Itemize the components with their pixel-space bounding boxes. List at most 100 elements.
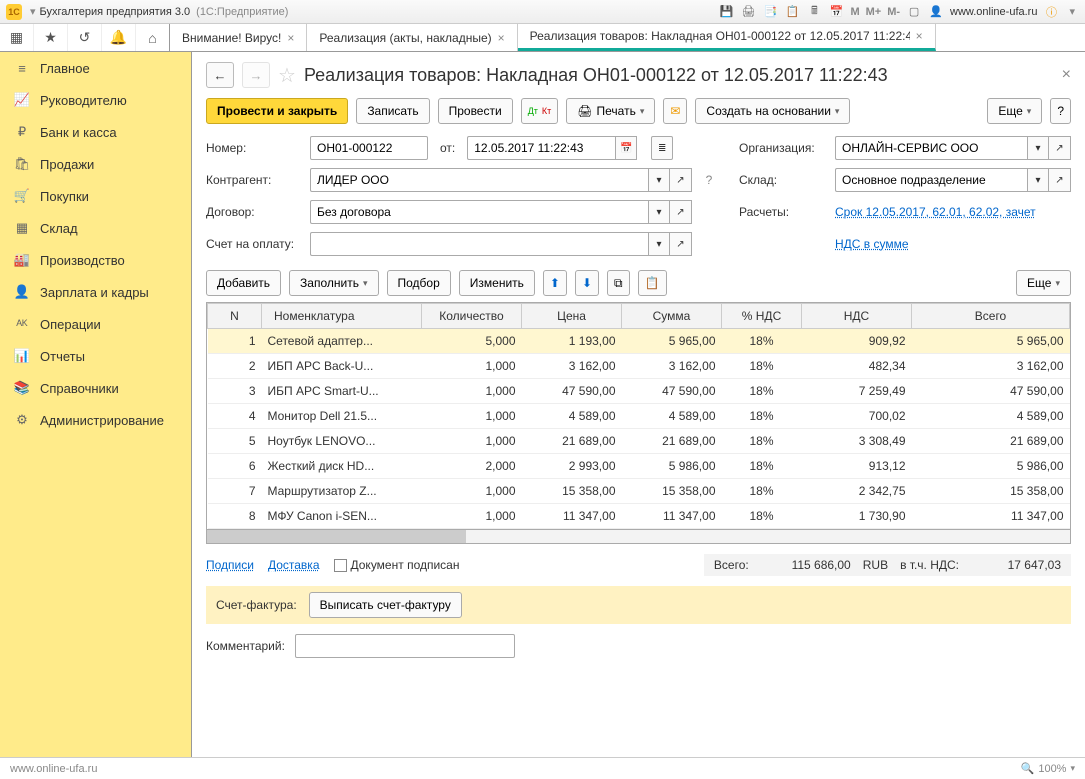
counter-help-icon[interactable]: ? <box>700 173 718 187</box>
copy-icon[interactable]: 📋 <box>784 4 800 20</box>
counter-dropdown-icon[interactable]: ▾ <box>648 168 670 192</box>
panels-icon[interactable]: ▢ <box>906 4 922 20</box>
table-row[interactable]: 2ИБП APC Back-U...1,0003 162,003 162,001… <box>208 354 1070 379</box>
sidebar-item[interactable]: 👤Зарплата и кадры <box>0 276 191 308</box>
horizontal-scrollbar[interactable] <box>206 530 1071 544</box>
app-menu-dropdown[interactable]: ▾ <box>30 5 36 18</box>
counter-open-icon[interactable]: ↗ <box>670 168 692 192</box>
table-row[interactable]: 4Монитор Dell 21.5...1,0004 589,004 589,… <box>208 404 1070 429</box>
favorites-icon[interactable]: ★ <box>34 24 68 51</box>
date-input[interactable] <box>467 136 615 160</box>
counter-input[interactable] <box>310 168 648 192</box>
calendar-icon[interactable]: 📅 <box>828 4 844 20</box>
col-vat[interactable]: НДС <box>802 304 912 329</box>
signatures-link[interactable]: Подписи <box>206 558 254 572</box>
tab-close-icon[interactable]: × <box>916 29 923 43</box>
move-down-button[interactable]: ⬇ <box>575 270 599 296</box>
calculator-icon[interactable]: 🖩 <box>806 4 822 20</box>
col-nomen[interactable]: Номенклатура <box>262 304 422 329</box>
vat-mode-link[interactable]: НДС в сумме <box>835 237 1071 251</box>
tab[interactable]: Реализация (акты, накладные)× <box>307 24 517 51</box>
create-sf-button[interactable]: Выписать счет-фактуру <box>309 592 462 618</box>
print-button[interactable]: 🖨Печать▾ <box>566 98 655 124</box>
warehouse-dropdown-icon[interactable]: ▾ <box>1027 168 1049 192</box>
invoice-open-icon[interactable]: ↗ <box>670 232 692 256</box>
table-row[interactable]: 6Жесткий диск HD...2,0002 993,005 986,00… <box>208 454 1070 479</box>
movements-button[interactable]: ДтКт <box>521 98 559 124</box>
sidebar-item[interactable]: 📚Справочники <box>0 372 191 404</box>
help-button[interactable]: ? <box>1050 98 1071 124</box>
delivery-link[interactable]: Доставка <box>268 558 320 572</box>
info-dropdown[interactable]: ▾ <box>1069 5 1075 18</box>
paste-rows-button[interactable]: 📋 <box>638 270 667 296</box>
contract-open-icon[interactable]: ↗ <box>670 200 692 224</box>
tab-close-icon[interactable]: × <box>287 31 294 45</box>
history-icon[interactable]: ↺ <box>68 24 102 51</box>
calendar-picker-icon[interactable]: 📅 <box>615 136 637 160</box>
compare-icon[interactable]: 📑 <box>762 4 778 20</box>
col-sum[interactable]: Сумма <box>622 304 722 329</box>
invoice-order-input[interactable] <box>310 232 648 256</box>
post-button[interactable]: Провести <box>438 98 513 124</box>
tab-close-icon[interactable]: × <box>498 31 505 45</box>
sidebar-item[interactable]: ▦Склад <box>0 212 191 244</box>
invoice-dropdown-icon[interactable]: ▾ <box>648 232 670 256</box>
copy-rows-button[interactable]: ⧉ <box>607 270 630 296</box>
table-row[interactable]: 8МФУ Canon i-SEN...1,00011 347,0011 347,… <box>208 504 1070 529</box>
nav-forward-button[interactable]: → <box>242 62 270 88</box>
sidebar-item[interactable]: 🛍Продажи <box>0 148 191 180</box>
apps-icon[interactable]: ▦ <box>0 24 34 51</box>
zoom-dropdown-icon[interactable]: ▾ <box>1070 763 1075 774</box>
table-row[interactable]: 1Сетевой адаптер...5,0001 193,005 965,00… <box>208 329 1070 354</box>
close-document-button[interactable]: × <box>1062 66 1071 84</box>
info-icon[interactable]: ⓘ <box>1043 4 1059 20</box>
email-button[interactable]: ✉ <box>663 98 687 124</box>
post-and-close-button[interactable]: Провести и закрыть <box>206 98 348 124</box>
col-price[interactable]: Цена <box>522 304 622 329</box>
sidebar-item[interactable]: 📊Отчеты <box>0 340 191 372</box>
tab[interactable]: Внимание! Вирус!× <box>170 24 307 51</box>
col-n[interactable]: N <box>208 304 262 329</box>
pick-button[interactable]: Подбор <box>387 270 451 296</box>
zoom-icon[interactable]: 🔍 <box>1021 762 1035 775</box>
create-based-button[interactable]: Создать на основании▾ <box>695 98 850 124</box>
number-input[interactable] <box>310 136 428 160</box>
save-icon[interactable]: 💾 <box>718 4 734 20</box>
memory-m[interactable]: M <box>850 6 859 18</box>
nav-back-button[interactable]: ← <box>206 62 234 88</box>
contract-input[interactable] <box>310 200 648 224</box>
signed-checkbox[interactable]: Документ подписан <box>334 558 460 572</box>
sidebar-item[interactable]: 🏭Производство <box>0 244 191 276</box>
org-input[interactable] <box>835 136 1027 160</box>
home-icon[interactable]: ⌂ <box>136 24 170 51</box>
memory-mplus[interactable]: M+ <box>866 6 882 18</box>
warehouse-input[interactable] <box>835 168 1027 192</box>
contract-dropdown-icon[interactable]: ▾ <box>648 200 670 224</box>
more-button[interactable]: Еще▾ <box>987 98 1042 124</box>
org-dropdown-icon[interactable]: ▾ <box>1027 136 1049 160</box>
table-row[interactable]: 5Ноутбук LENOVO...1,00021 689,0021 689,0… <box>208 429 1070 454</box>
favorite-star-icon[interactable]: ☆ <box>278 63 296 88</box>
sidebar-item[interactable]: ᴬᴷОперации <box>0 308 191 340</box>
col-qty[interactable]: Количество <box>422 304 522 329</box>
sidebar-item[interactable]: 📈Руководителю <box>0 84 191 116</box>
tab[interactable]: Реализация товаров: Накладная ОН01-00012… <box>518 24 936 51</box>
org-open-icon[interactable]: ↗ <box>1049 136 1071 160</box>
add-row-button[interactable]: Добавить <box>206 270 281 296</box>
notifications-icon[interactable]: 🔔 <box>102 24 136 51</box>
write-button[interactable]: Записать <box>356 98 429 124</box>
col-total[interactable]: Всего <box>912 304 1070 329</box>
sidebar-item[interactable]: ≡Главное <box>0 52 191 84</box>
move-up-button[interactable]: ⬆ <box>543 270 567 296</box>
col-vatp[interactable]: % НДС <box>722 304 802 329</box>
table-more-button[interactable]: Еще▾ <box>1016 270 1071 296</box>
table-row[interactable]: 3ИБП APC Smart-U...1,00047 590,0047 590,… <box>208 379 1070 404</box>
extra-icon[interactable]: ≣ <box>651 136 673 160</box>
memory-mminus[interactable]: M- <box>887 6 900 18</box>
warehouse-open-icon[interactable]: ↗ <box>1049 168 1071 192</box>
sidebar-item[interactable]: ⚙Администрирование <box>0 404 191 436</box>
settle-link[interactable]: Срок 12.05.2017, 62.01, 62.02, зачет <box>835 205 1071 219</box>
edit-button[interactable]: Изменить <box>459 270 535 296</box>
fill-button[interactable]: Заполнить▾ <box>289 270 378 296</box>
sidebar-item[interactable]: 🛒Покупки <box>0 180 191 212</box>
